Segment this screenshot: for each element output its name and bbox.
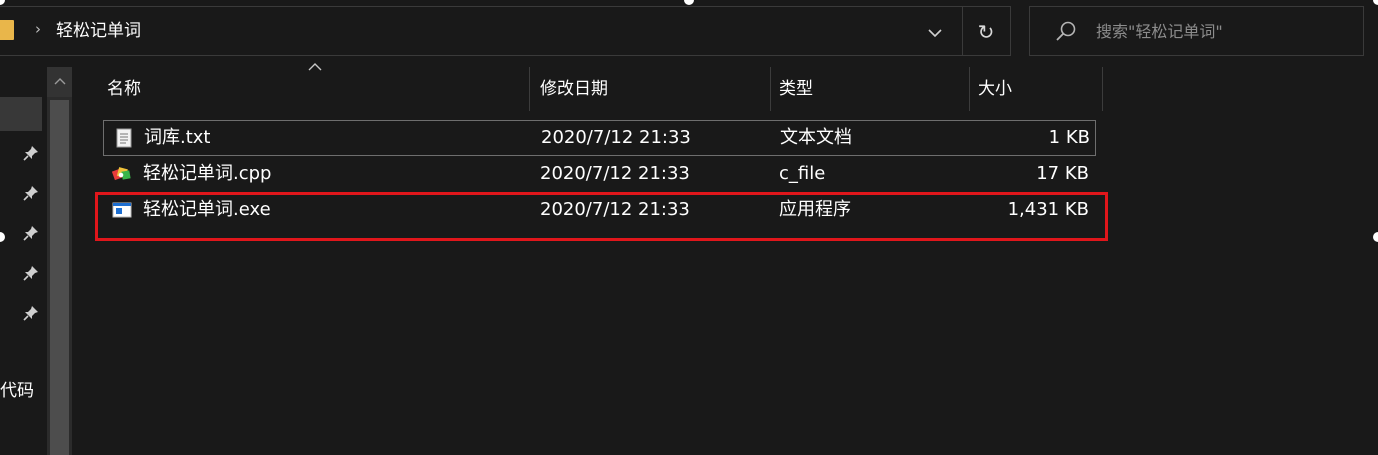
column-divider[interactable]: [770, 67, 771, 111]
file-row[interactable]: 词库.txt 2020/7/12 21:33 文本文档 1 KB: [103, 120, 1096, 156]
pin-icon[interactable]: [20, 142, 42, 164]
sort-ascending-icon: [308, 63, 322, 71]
nav-item-label[interactable]: 代码: [0, 379, 34, 403]
file-row[interactable]: 轻松记单词.cpp 2020/7/12 21:33 c_file 17 KB: [103, 157, 1096, 193]
pin-icon: [23, 306, 38, 321]
file-list: 名称 修改日期 类型 大小 词库.txt 2020/7/12 21:33 文本文…: [75, 63, 1378, 455]
resize-handle[interactable]: [1373, 232, 1378, 242]
breadcrumb-separator-icon[interactable]: ›: [30, 19, 46, 39]
address-history-dropdown-button[interactable]: [918, 19, 952, 45]
pin-icon: [23, 226, 38, 241]
file-modified: 2020/7/12 21:33: [541, 127, 691, 148]
folder-icon: [0, 20, 14, 40]
breadcrumb-current-folder[interactable]: 轻松记单词: [56, 20, 141, 42]
nav-item-selected[interactable]: [0, 97, 42, 131]
refresh-icon: ↻: [977, 20, 995, 44]
column-header-type[interactable]: 类型: [773, 67, 969, 111]
chevron-down-icon: [928, 29, 942, 38]
pin-icon[interactable]: [20, 302, 42, 324]
top-bar: › 轻松记单词 ↻ 搜索"轻松记单词": [0, 0, 1378, 63]
file-modified: 2020/7/12 21:33: [540, 163, 690, 184]
pin-icon[interactable]: [20, 182, 42, 204]
column-divider[interactable]: [1102, 67, 1103, 111]
file-name: 轻松记单词.cpp: [143, 163, 272, 184]
column-header-row: 名称 修改日期 类型 大小: [101, 63, 1104, 111]
chevron-up-icon: [54, 78, 65, 85]
pin-icon[interactable]: [20, 222, 42, 244]
search-box[interactable]: 搜索"轻松记单词": [1029, 6, 1364, 56]
file-type: 文本文档: [780, 127, 852, 148]
file-explorer-window: › 轻松记单词 ↻ 搜索"轻松记单词" 代码 名称 修改日期 类型 大小 词库.…: [0, 0, 1378, 455]
navigation-pane: 代码: [0, 63, 75, 455]
column-header-size[interactable]: 大小: [972, 67, 1102, 111]
search-icon: [1056, 21, 1076, 41]
search-placeholder: 搜索"轻松记单词": [1096, 22, 1223, 41]
column-divider[interactable]: [969, 67, 970, 111]
pin-icon[interactable]: [20, 262, 42, 284]
scroll-up-button[interactable]: [47, 67, 72, 97]
address-divider: [962, 7, 963, 55]
column-header-modified[interactable]: 修改日期: [534, 67, 770, 111]
address-bar[interactable]: [0, 6, 1011, 56]
pin-icon: [23, 186, 38, 201]
column-divider[interactable]: [529, 67, 530, 111]
file-name: 词库.txt: [144, 127, 211, 148]
highlight-box: [95, 192, 1108, 241]
file-size: 17 KB: [1036, 163, 1089, 184]
refresh-button[interactable]: ↻: [968, 17, 1004, 47]
pin-icon: [23, 146, 38, 161]
cpp-file-icon: [112, 167, 131, 181]
scrollbar-thumb[interactable]: [50, 100, 69, 455]
nav-scrollbar[interactable]: [47, 67, 72, 455]
text-file-icon: [116, 128, 132, 148]
file-size: 1 KB: [1048, 127, 1090, 148]
file-type: c_file: [779, 163, 826, 184]
pin-icon: [23, 266, 38, 281]
